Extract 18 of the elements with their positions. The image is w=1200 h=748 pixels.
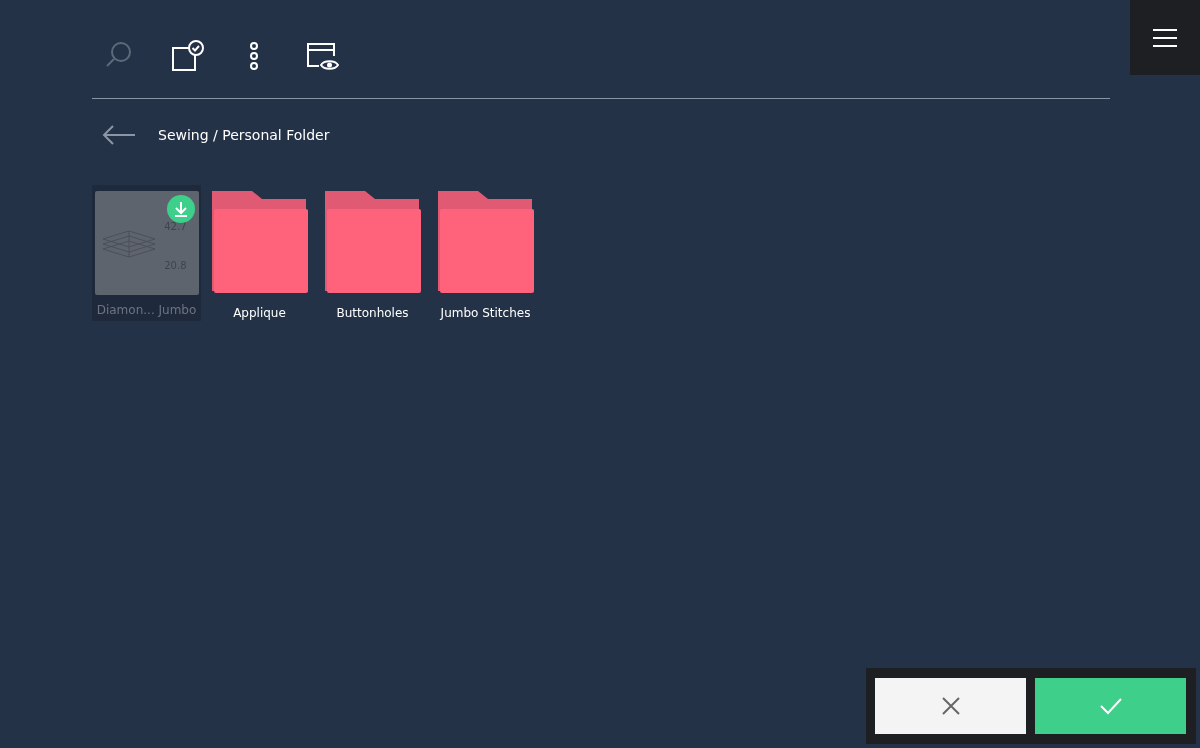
window-eye-icon[interactable]	[305, 40, 339, 72]
item-label: Diamon... Jumbo	[96, 303, 197, 317]
folder-item[interactable]: Applique	[205, 185, 314, 324]
item-label: Buttonholes	[336, 306, 409, 320]
folder-icon	[437, 191, 534, 293]
menu-icon	[1152, 27, 1178, 48]
item-label: Jumbo Stitches	[440, 306, 531, 320]
checkmark-icon	[1098, 696, 1123, 716]
folder-icon	[324, 191, 421, 293]
item-label: Applique	[233, 306, 286, 320]
folder-item[interactable]: Jumbo Stitches	[431, 185, 540, 324]
breadcrumb-path: Sewing / Personal Folder	[158, 127, 330, 143]
back-arrow-icon[interactable]	[102, 125, 136, 145]
folder-item[interactable]: Buttonholes	[318, 185, 427, 324]
menu-button[interactable]	[1130, 0, 1200, 75]
folder-icon	[211, 191, 308, 293]
close-icon	[940, 696, 961, 716]
select-box-icon[interactable]	[171, 40, 205, 72]
